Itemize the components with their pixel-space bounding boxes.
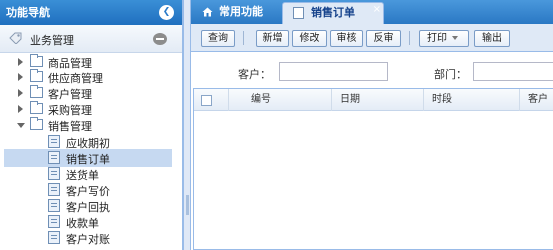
collapse-arrow-icon[interactable] [17, 123, 25, 128]
group-label: 业务管理 [30, 34, 74, 47]
expand-arrow-icon[interactable] [18, 105, 23, 113]
main-panel: 常用功能 销售订单 × 查询 新增 修改 审核 反审 打印 输出 客户： 部门：… [191, 0, 553, 250]
chevron-down-icon [452, 36, 458, 40]
export-button[interactable]: 输出 [474, 30, 510, 47]
expand-arrow-icon[interactable] [18, 58, 23, 66]
select-all-checkbox[interactable] [201, 95, 212, 106]
tag-icon [9, 32, 22, 44]
group-header-business[interactable]: 业务管理 [0, 25, 182, 53]
tab-common-functions[interactable]: 常用功能 [197, 2, 276, 24]
collapse-left-icon[interactable]: ❮ [159, 5, 174, 20]
splitter-handle[interactable] [186, 195, 189, 215]
print-button[interactable]: 打印 [419, 30, 469, 47]
sidebar: 功能导航 ❮ 业务管理 商品管理 供应商管理 客户管理 采购管理 销售管理 应收… [0, 0, 183, 250]
tab-label: 销售订单 [311, 6, 355, 19]
tab-label: 常用功能 [219, 5, 263, 18]
print-label: 打印 [427, 33, 447, 44]
grid-header: 编号 日期 时段 客户 [194, 89, 553, 111]
folder-icon [30, 54, 43, 67]
unaudit-button[interactable]: 反审 [366, 30, 401, 47]
sidebar-item-sales[interactable]: 销售管理 [0, 116, 182, 134]
tab-bar: 常用功能 销售订单 × [191, 0, 553, 24]
sidebar-header: 功能导航 ❮ [0, 0, 182, 25]
toolbar-separator [409, 31, 410, 45]
folder-open-icon [30, 117, 43, 130]
sidebar-item-label: 客户对账 [66, 233, 110, 246]
add-button[interactable]: 新增 [256, 30, 289, 47]
document-icon [48, 151, 60, 164]
document-icon [293, 7, 304, 19]
department-input[interactable] [473, 62, 553, 81]
toolbar-separator [243, 31, 244, 45]
sales-order-grid: 编号 日期 时段 客户 [193, 88, 553, 250]
search-form: 客户： 部门： [191, 53, 553, 88]
query-button[interactable]: 查询 [201, 30, 235, 47]
home-icon [202, 7, 213, 17]
column-header-period[interactable]: 时段 [424, 89, 520, 111]
sidebar-item-reconciliation[interactable]: 客户对账 [0, 229, 182, 247]
column-header-date[interactable]: 日期 [332, 89, 424, 111]
document-icon [48, 167, 60, 180]
toolbar: 查询 新增 修改 审核 反审 打印 输出 [191, 24, 553, 52]
select-all-cell [194, 89, 229, 111]
customer-label: 客户： [238, 68, 271, 81]
close-icon[interactable]: × [373, 0, 381, 20]
collapse-group-icon[interactable] [153, 33, 167, 45]
document-icon [48, 199, 60, 212]
folder-icon [30, 101, 43, 114]
expand-arrow-icon[interactable] [18, 73, 23, 81]
folder-icon [30, 85, 43, 98]
customer-input[interactable] [279, 62, 388, 81]
column-header-customer[interactable]: 客户 [520, 89, 553, 111]
column-header-number[interactable]: 编号 [229, 89, 332, 111]
edit-button[interactable]: 修改 [292, 30, 327, 47]
expand-arrow-icon[interactable] [18, 89, 23, 97]
document-icon [48, 135, 60, 148]
document-icon [48, 183, 60, 196]
sidebar-item-label: 销售管理 [48, 120, 92, 133]
document-icon [48, 231, 60, 244]
department-label: 部门： [434, 68, 467, 81]
audit-button[interactable]: 审核 [330, 30, 363, 47]
folder-icon [30, 69, 43, 82]
document-icon [48, 215, 60, 228]
tab-sales-order[interactable]: 销售订单 × [282, 2, 384, 24]
sidebar-splitter[interactable] [183, 0, 191, 250]
sidebar-title: 功能导航 [6, 6, 50, 19]
